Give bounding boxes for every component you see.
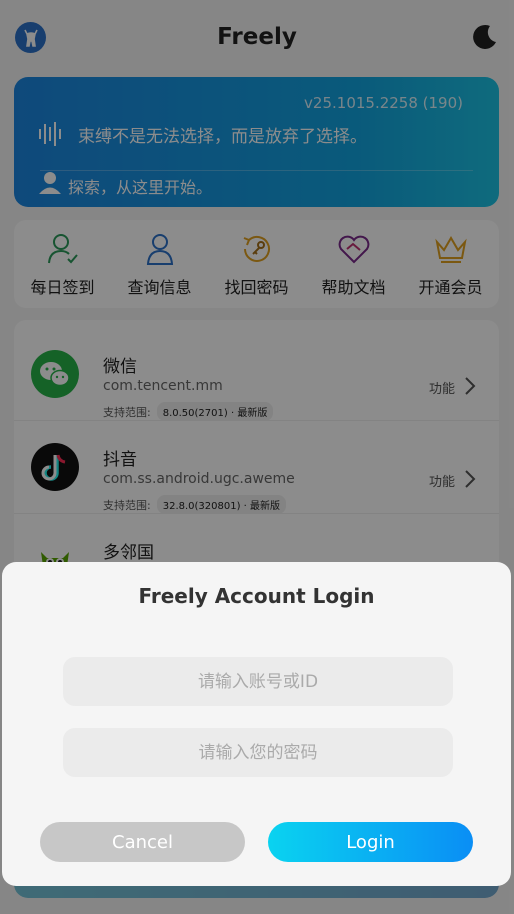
- cancel-button[interactable]: Cancel: [40, 822, 245, 862]
- login-button[interactable]: Login: [268, 822, 473, 862]
- login-dialog: Freely Account Login Cancel Login: [2, 562, 511, 886]
- password-input[interactable]: [63, 728, 453, 777]
- account-input[interactable]: [63, 657, 453, 706]
- dialog-title: Freely Account Login: [138, 584, 375, 608]
